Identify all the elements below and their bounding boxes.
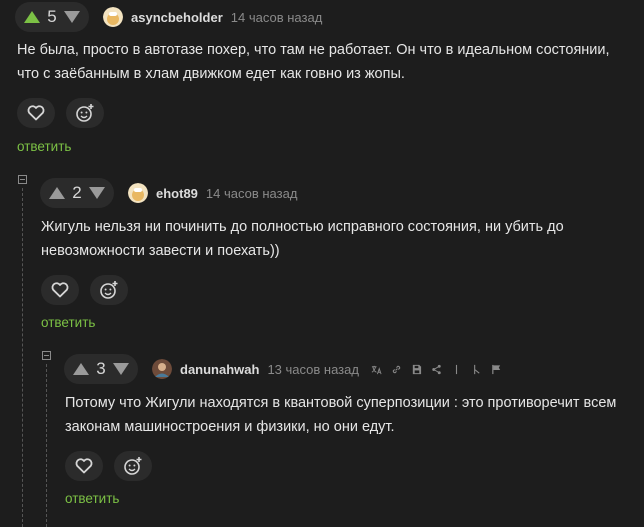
link-icon[interactable] bbox=[391, 364, 402, 375]
upvote-icon[interactable] bbox=[49, 187, 65, 199]
comment-1-header: 5 asyncbeholder 14 часов назад bbox=[15, 2, 322, 32]
share-icon[interactable] bbox=[431, 364, 442, 375]
add-reaction-icon bbox=[124, 457, 142, 475]
username[interactable]: ehot89 bbox=[156, 186, 198, 201]
reply-link[interactable]: ответить bbox=[65, 491, 119, 506]
add-reaction-icon bbox=[76, 104, 94, 122]
timestamp[interactable]: 14 часов назад bbox=[206, 186, 298, 201]
reply-link[interactable]: ответить bbox=[41, 315, 95, 330]
heart-icon bbox=[51, 282, 69, 298]
save-icon[interactable] bbox=[411, 364, 422, 375]
timestamp[interactable]: 13 часов назад bbox=[267, 362, 359, 377]
heart-icon bbox=[27, 105, 45, 121]
like-button[interactable] bbox=[41, 275, 79, 305]
upvote-icon[interactable] bbox=[24, 11, 40, 23]
comment-text: Потому что Жигули находятся в квантовой … bbox=[65, 395, 617, 435]
reaction-button[interactable] bbox=[114, 451, 152, 481]
comment-text: Не была, просто в автотазе похер, что та… bbox=[17, 42, 610, 82]
vote-count: 2 bbox=[72, 183, 82, 202]
avatar[interactable] bbox=[103, 7, 123, 27]
translate-icon[interactable] bbox=[371, 364, 382, 375]
reaction-button[interactable] bbox=[66, 98, 104, 128]
vote-count: 5 bbox=[47, 7, 57, 26]
vote-widget: 2 bbox=[40, 178, 114, 208]
collapse-icon[interactable] bbox=[42, 351, 51, 360]
vote-widget: 5 bbox=[15, 2, 89, 32]
upvote-icon[interactable] bbox=[73, 363, 89, 375]
branch-icon[interactable] bbox=[471, 364, 482, 375]
comment-text: Жигуль нельзя ни починить до полностью и… bbox=[41, 219, 564, 259]
username[interactable]: asyncbeholder bbox=[131, 10, 223, 25]
vote-count: 3 bbox=[96, 359, 106, 378]
vote-widget: 3 bbox=[64, 354, 138, 384]
vertical-bar-icon[interactable] bbox=[451, 364, 462, 375]
reply-link[interactable]: ответить bbox=[17, 139, 71, 154]
flag-icon[interactable] bbox=[491, 364, 502, 375]
thread-line bbox=[22, 188, 23, 527]
downvote-icon[interactable] bbox=[64, 11, 80, 23]
avatar[interactable] bbox=[128, 183, 148, 203]
comment-tools bbox=[371, 364, 502, 375]
downvote-icon[interactable] bbox=[113, 363, 129, 375]
collapse-icon[interactable] bbox=[18, 175, 27, 184]
like-button[interactable] bbox=[65, 451, 103, 481]
comment-2-header: 2 ehot89 14 часов назад bbox=[40, 178, 297, 208]
timestamp[interactable]: 14 часов назад bbox=[231, 10, 323, 25]
thread-line bbox=[46, 364, 47, 527]
avatar[interactable] bbox=[152, 359, 172, 379]
reaction-button[interactable] bbox=[90, 275, 128, 305]
username[interactable]: danunahwah bbox=[180, 362, 259, 377]
heart-icon bbox=[75, 458, 93, 474]
like-button[interactable] bbox=[17, 98, 55, 128]
add-reaction-icon bbox=[100, 281, 118, 299]
downvote-icon[interactable] bbox=[89, 187, 105, 199]
comment-3-header: 3 danunahwah 13 часов назад bbox=[64, 354, 502, 384]
